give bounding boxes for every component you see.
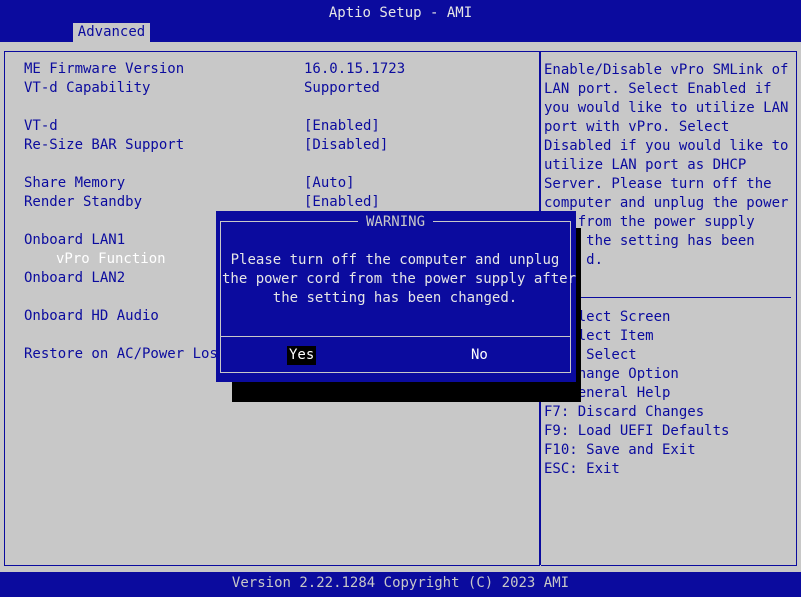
- help-description-line: you would like to utilize LAN: [544, 100, 789, 116]
- dialog-message: Please turn off the computer and unplug …: [222, 252, 577, 306]
- footer-version: Version 2.22.1284 Copyright (C) 2023 AMI: [231, 575, 570, 591]
- app-title: Aptio Setup - AMI: [328, 5, 473, 21]
- help-key-line: F9: Load UEFI Defaults: [544, 423, 730, 439]
- setting-value-vt-d-capability: Supported: [304, 80, 380, 96]
- help-description-line: LAN port. Select Enabled if: [544, 81, 772, 97]
- setting-value-share-memory[interactable]: [Auto]: [304, 175, 355, 191]
- tab-advanced[interactable]: Advanced: [73, 23, 150, 42]
- setting-label-render-standby[interactable]: Render Standby: [24, 194, 142, 210]
- setting-label-share-memory[interactable]: Share Memory: [24, 175, 125, 191]
- dialog-title: WARNING: [358, 213, 434, 231]
- setting-label-vt-d-capability: VT-d Capability: [24, 80, 151, 96]
- setting-value-render-standby[interactable]: [Enabled]: [304, 194, 380, 210]
- help-description-line: Disabled if you would like to: [544, 138, 789, 154]
- setting-value-resize-bar-support[interactable]: [Disabled]: [304, 137, 388, 153]
- help-description-line: port with vPro. Select: [544, 119, 730, 135]
- help-key-line: ESC: Exit: [544, 461, 620, 477]
- setting-label-vpro-function[interactable]: vPro Function: [56, 251, 166, 267]
- help-key-line: F10: Save and Exit: [544, 442, 696, 458]
- help-description-line: Server. Please turn off the: [544, 176, 772, 192]
- dialog-shadow: [232, 382, 581, 402]
- help-key-line: F7: Discard Changes: [544, 404, 705, 420]
- help-description-line: utilize LAN port as DHCP: [544, 157, 747, 173]
- setting-value-me-firmware-version: 16.0.15.1723: [304, 61, 406, 77]
- help-description-line: computer and unplug the power: [544, 195, 789, 211]
- setting-label-resize-bar-support[interactable]: Re-Size BAR Support: [24, 137, 184, 153]
- setting-label-vt-d[interactable]: VT-d: [24, 118, 58, 134]
- setting-label-onboard-lan2[interactable]: Onboard LAN2: [24, 270, 125, 286]
- no-button[interactable]: No: [471, 346, 488, 365]
- help-divider: [545, 297, 791, 298]
- setting-label-onboard-lan1[interactable]: Onboard LAN1: [24, 232, 125, 248]
- setting-value-vt-d[interactable]: [Enabled]: [304, 118, 380, 134]
- setting-label-restore-on-ac-power-loss[interactable]: Restore on AC/Power Loss: [24, 346, 226, 362]
- setting-label-me-firmware-version: ME Firmware Version: [24, 61, 185, 77]
- dialog-separator: [220, 336, 571, 337]
- yes-button[interactable]: Yes: [287, 346, 317, 365]
- setting-label-onboard-hd-audio[interactable]: Onboard HD Audio: [24, 308, 159, 324]
- help-description-line: Enable/Disable vPro SMLink of: [544, 62, 789, 78]
